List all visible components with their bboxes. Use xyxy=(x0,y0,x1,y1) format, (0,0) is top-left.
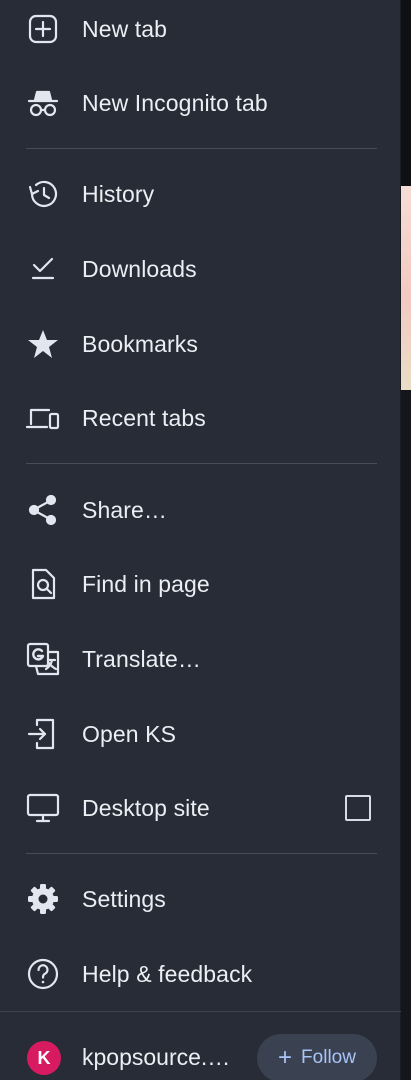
help-icon xyxy=(24,955,62,993)
menu-item-bookmarks[interactable]: Bookmarks xyxy=(0,307,401,381)
incognito-icon xyxy=(24,84,62,122)
follow-label: Follow xyxy=(301,1047,356,1068)
menu-item-new-tab[interactable]: New tab xyxy=(0,0,401,66)
translate-icon xyxy=(24,640,62,678)
background-page-content xyxy=(401,186,411,390)
menu-item-share[interactable]: Share… xyxy=(0,473,401,547)
plus-icon: + xyxy=(278,1044,293,1071)
star-icon xyxy=(24,325,62,363)
desktop-icon xyxy=(24,789,62,827)
background-page-edge xyxy=(401,0,411,186)
menu-item-label: Desktop site xyxy=(82,794,210,821)
menu-item-settings[interactable]: Settings xyxy=(0,862,401,936)
overflow-menu: New tab New Incognito tab History Downlo… xyxy=(0,0,401,1080)
menu-item-label: Bookmarks xyxy=(82,330,198,357)
download-check-icon xyxy=(24,250,62,288)
menu-divider xyxy=(26,853,377,854)
menu-item-label: Find in page xyxy=(82,570,210,597)
menu-item-label: Recent tabs xyxy=(82,404,206,431)
browser-overflow-menu-screen: New tab New Incognito tab History Downlo… xyxy=(0,0,411,1080)
menu-item-downloads[interactable]: Downloads xyxy=(0,232,401,306)
find-in-page-icon xyxy=(24,565,62,603)
menu-item-label: New Incognito tab xyxy=(82,89,268,116)
menu-item-label: Open KS xyxy=(82,720,177,747)
menu-item-label: Translate… xyxy=(82,645,202,672)
menu-item-label: Help & feedback xyxy=(82,960,253,987)
open-in-app-icon xyxy=(24,715,62,753)
follow-button[interactable]: + Follow xyxy=(257,1034,377,1080)
menu-item-label: Settings xyxy=(82,885,166,912)
menu-item-label: Downloads xyxy=(82,255,197,282)
menu-divider xyxy=(26,148,377,149)
menu-item-new-incognito-tab[interactable]: New Incognito tab xyxy=(0,66,401,140)
site-avatar: K xyxy=(27,1041,61,1075)
menu-item-history[interactable]: History xyxy=(0,157,401,231)
menu-item-label: New tab xyxy=(82,15,168,42)
add-box-icon xyxy=(24,10,62,48)
menu-item-find-in-page[interactable]: Find in page xyxy=(0,547,401,621)
menu-item-label: Share… xyxy=(82,496,167,523)
footer-divider xyxy=(0,1011,401,1012)
menu-item-desktop-site[interactable]: Desktop site xyxy=(0,771,401,845)
menu-item-open-ks[interactable]: Open KS xyxy=(0,697,401,771)
share-icon xyxy=(24,491,62,529)
history-icon xyxy=(24,175,62,213)
menu-item-translate[interactable]: Translate… xyxy=(0,622,401,696)
gear-icon xyxy=(24,880,62,918)
menu-item-label: History xyxy=(82,180,155,207)
desktop-site-checkbox[interactable] xyxy=(345,795,371,821)
menu-item-recent-tabs[interactable]: Recent tabs xyxy=(0,381,401,455)
site-name[interactable]: kpopsource.… xyxy=(82,1044,230,1071)
menu-item-help-feedback[interactable]: Help & feedback xyxy=(0,937,401,1011)
menu-divider xyxy=(26,463,377,464)
devices-icon xyxy=(24,399,62,437)
